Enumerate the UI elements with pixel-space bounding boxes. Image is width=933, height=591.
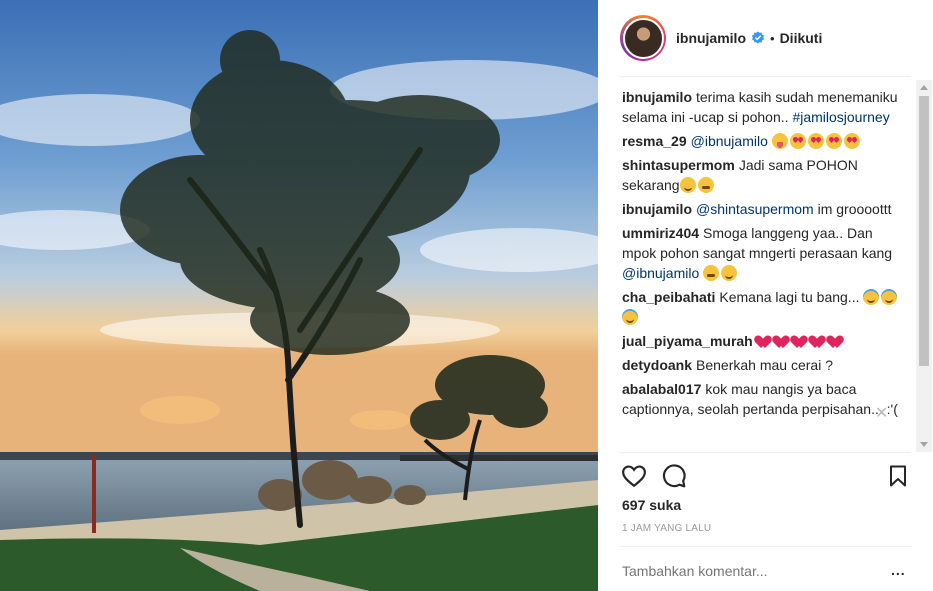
smile-emoji-icon	[679, 177, 696, 193]
post-photo[interactable]	[0, 0, 598, 591]
comment-divider	[620, 546, 911, 547]
comment-username[interactable]: abalabal017	[622, 381, 701, 397]
heart-eyes-emoji-icon	[825, 133, 842, 149]
comment-username[interactable]: resma_29	[622, 133, 687, 149]
comment-mention[interactable]: @ibnujamilo	[691, 133, 768, 149]
bookmark-icon	[890, 465, 906, 487]
avatar[interactable]	[620, 15, 666, 61]
verified-badge-icon	[751, 31, 765, 45]
comment-item: detydoank Benerkah mau cerai ?	[622, 355, 910, 375]
save-button[interactable]	[884, 462, 912, 490]
tongue-emoji-icon	[771, 133, 788, 149]
comment-username[interactable]: cha_peibahati	[622, 289, 715, 305]
comment-item: shintasupermom Jadi sama POHON sekarang	[622, 155, 910, 195]
comment-item: jual_piyama_murah	[622, 331, 910, 351]
scroll-thumb[interactable]	[919, 96, 929, 366]
comment-mention[interactable]: @shintasupermom	[696, 201, 814, 217]
likes-count[interactable]: 697 suka	[622, 497, 681, 513]
comment-item: ibnujamilo @shintasupermom im groooottt	[622, 199, 910, 219]
separator-dot: •	[770, 30, 775, 46]
close-icon[interactable]: ✕	[875, 406, 888, 422]
halo-emoji-icon	[881, 289, 898, 305]
sweat-emoji-icon	[703, 265, 720, 281]
hb-emoji-icon	[811, 335, 827, 349]
scroll-up-arrow-icon[interactable]	[920, 85, 928, 90]
heart-outline-icon	[622, 465, 646, 488]
comment-text: Benerkah mau cerai ?	[696, 357, 833, 373]
comment-item: ibnujamilo terima kasih sudah menemaniku …	[622, 87, 910, 127]
like-button[interactable]	[620, 462, 648, 490]
halo-emoji-icon	[622, 309, 638, 325]
comment-username[interactable]: ummiriz404	[622, 225, 699, 241]
heart-eyes-emoji-icon	[843, 133, 860, 149]
actions-divider	[620, 452, 911, 453]
comment-mention[interactable]: @ibnujamilo	[622, 265, 699, 281]
smile-emoji-icon	[721, 265, 738, 281]
comment-text: im groooottt	[813, 201, 892, 217]
comment-item: ummiriz404 Smoga langgeng yaa.. Dan mpok …	[622, 223, 910, 283]
action-bar	[620, 462, 912, 492]
comment-username[interactable]: detydoank	[622, 357, 692, 373]
heart-eyes-emoji-icon	[789, 133, 806, 149]
follow-button[interactable]: Diikuti	[780, 30, 823, 46]
comment-item: resma_29 @ibnujamilo	[622, 131, 910, 151]
comment-button[interactable]	[660, 462, 688, 490]
comment-item: abalabal017 kok mau nangis ya baca captio…	[622, 379, 910, 419]
comment-username[interactable]: ibnujamilo	[622, 201, 692, 217]
post-side-panel: ibnujamilo • Diikuti ibnujamilo terima ka…	[598, 0, 933, 591]
hb-emoji-icon	[829, 335, 845, 349]
sweat-emoji-icon	[697, 177, 714, 193]
header-username[interactable]: ibnujamilo	[676, 30, 746, 46]
comments-list: ibnujamilo terima kasih sudah menemaniku …	[622, 87, 910, 444]
comment-username[interactable]: ibnujamilo	[622, 89, 692, 105]
comment-text: Kemana lagi tu bang...	[719, 289, 864, 305]
comment-username[interactable]: jual_piyama_murah	[622, 333, 753, 349]
avatar-image	[622, 17, 664, 59]
add-comment-input[interactable]	[622, 563, 862, 579]
tree-sunset-photo	[0, 0, 598, 591]
scroll-down-arrow-icon[interactable]	[920, 442, 928, 447]
hb-emoji-icon	[757, 335, 773, 349]
halo-emoji-icon	[863, 289, 880, 305]
header-divider	[620, 76, 911, 77]
comments-scrollbar[interactable]	[916, 80, 932, 452]
hb-emoji-icon	[793, 335, 809, 349]
comment-item: cha_peibahati Kemana lagi tu bang...	[622, 287, 910, 327]
comment-bubble-icon	[662, 464, 686, 488]
comment-username[interactable]: shintasupermom	[622, 157, 735, 173]
post-header: ibnujamilo • Diikuti	[598, 0, 933, 76]
post-timestamp[interactable]: 1 JAM YANG LALU	[622, 523, 711, 534]
hb-emoji-icon	[775, 335, 791, 349]
comment-hashtag[interactable]: #jamilosjourney	[792, 109, 889, 125]
more-options-button[interactable]: ...	[891, 562, 906, 578]
heart-eyes-emoji-icon	[807, 133, 824, 149]
